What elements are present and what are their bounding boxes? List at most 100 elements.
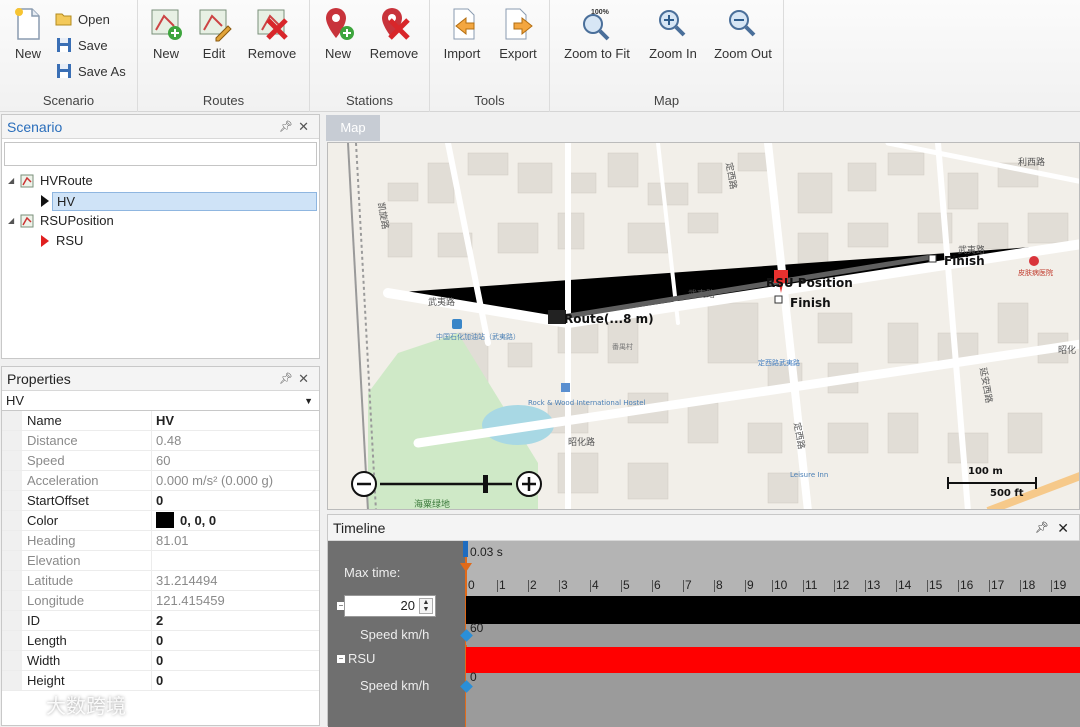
playhead-handle[interactable] <box>463 541 468 557</box>
collapse-icon[interactable]: − <box>337 655 345 663</box>
prop-value: 0.48 <box>156 433 182 448</box>
tab-map[interactable]: Map <box>326 115 380 141</box>
zoom-to-fit-button[interactable]: 100% Zoom to Fit <box>560 6 634 61</box>
scenario-new-button[interactable]: New <box>0 6 56 61</box>
scenario-panel: Scenario 📌︎ ✕ ◢ HVRoute HV ◢ RSUPosition <box>1 114 320 359</box>
prop-value[interactable]: 0 <box>152 651 319 670</box>
close-icon[interactable]: ✕ <box>1057 515 1069 541</box>
prop-row-width[interactable]: Width 0 <box>2 651 319 671</box>
prop-row-startoffset[interactable]: StartOffset 0 <box>2 491 319 511</box>
object-selector[interactable]: HV ▼ <box>2 391 319 411</box>
map-view[interactable]: 武夷路 武夷路 武夷路 昭化路 利西路 昭化 凯旋路 定西路 定西路 延安西路 … <box>327 142 1080 510</box>
property-grid: Name HV Distance 0.48 Speed 60 Acceleration… <box>2 411 319 691</box>
spin-arrows-icon[interactable]: ▲ ▼ <box>419 598 433 614</box>
tick-label: 17 <box>988 578 1005 592</box>
track-sub-label: Speed km/h <box>360 627 430 642</box>
tick-label: 16 <box>957 578 974 592</box>
collapse-icon[interactable]: ◢ <box>8 171 18 191</box>
zoom-in-button[interactable]: Zoom In <box>644 6 702 61</box>
timeline-ruler[interactable]: 0.03 s 0 1 2 3 4 5 6 7 8 9 10 11 12 13 1… <box>466 541 1080 596</box>
station-remove-button[interactable]: Remove <box>366 6 422 61</box>
tick-label: 3 <box>559 578 568 592</box>
prop-row-longitude[interactable]: Longitude 121.415459 <box>2 591 319 611</box>
scenario-new-label: New <box>14 46 41 61</box>
prop-row-speed[interactable]: Speed 60 <box>2 451 319 471</box>
save-as-button[interactable]: Save As <box>55 60 126 82</box>
scenario-panel-title: Scenario 📌︎ ✕ <box>2 115 319 139</box>
prop-name: ID <box>22 611 152 630</box>
prop-row-latitude[interactable]: Latitude 31.214494 <box>2 571 319 591</box>
track-hv-bar[interactable] <box>466 596 1080 624</box>
route-remove-button[interactable]: Remove <box>244 6 300 61</box>
close-icon[interactable]: ✕ <box>298 115 309 139</box>
tick-label: 5 <box>621 578 630 592</box>
track-rsu-bar[interactable] <box>466 647 1080 673</box>
route-icon <box>20 174 34 188</box>
track-rsu-speed[interactable]: 0 <box>466 670 1080 727</box>
street-label: 昭化 <box>1058 344 1076 356</box>
station-new-button[interactable]: New <box>310 6 366 61</box>
prop-row-elevation[interactable]: Elevation <box>2 551 319 571</box>
pin-icon[interactable]: 📌︎ <box>279 115 293 139</box>
tick-label: 6 <box>652 578 661 592</box>
import-button[interactable]: Import <box>434 6 490 61</box>
zoom-out-icon <box>729 10 756 37</box>
open-button[interactable]: Open <box>55 8 110 30</box>
folder-open-icon <box>55 13 72 26</box>
prop-value[interactable]: 0 <box>152 671 319 690</box>
poi-label: Leisure Inn <box>790 471 828 479</box>
close-icon[interactable]: ✕ <box>298 367 309 391</box>
export-button[interactable]: Export <box>490 6 546 61</box>
route-edit-button[interactable]: Edit <box>186 6 242 61</box>
tree-node-rsuposition[interactable]: ◢ RSUPosition <box>2 211 319 231</box>
station-flag-icon <box>41 235 49 247</box>
prop-row-heading[interactable]: Heading 81.01 <box>2 531 319 551</box>
tree-node-rsu[interactable]: RSU <box>2 231 319 251</box>
station-remove-icon <box>382 8 410 40</box>
properties-title-text: Properties <box>7 371 71 387</box>
color-swatch[interactable] <box>156 512 174 528</box>
rsu-finish-marker[interactable] <box>774 295 783 304</box>
max-time-stepper[interactable]: 20 ▲ ▼ <box>344 595 436 617</box>
save-button[interactable]: Save <box>55 34 108 56</box>
dropdown-arrow-icon[interactable]: ▼ <box>304 391 313 411</box>
prop-name: Height <box>22 671 152 690</box>
prop-value[interactable]: 0 <box>152 491 319 510</box>
max-time-label: Max time: <box>344 565 401 580</box>
prop-value[interactable]: 0, 0, 0 <box>152 511 319 530</box>
route-label: Route(...8 m) <box>564 312 654 326</box>
prop-value[interactable]: HV <box>152 411 319 430</box>
scenario-group-label: Scenario <box>42 93 95 108</box>
timeline-track-headers: Max time: − 20 ▲ ▼ Speed km/h − RSU Speed… <box>328 541 466 727</box>
prop-value[interactable]: 0 <box>152 631 319 650</box>
pin-icon[interactable]: 📌︎ <box>279 367 293 391</box>
route-finish-marker[interactable] <box>928 254 937 263</box>
tick-label: 10 <box>771 578 788 592</box>
prop-row-length[interactable]: Length 0 <box>2 631 319 651</box>
scenario-filter-input[interactable] <box>4 142 317 166</box>
zoom-out-button[interactable]: Zoom Out <box>710 6 776 61</box>
prop-value: 121.415459 <box>156 593 225 608</box>
prop-row-height[interactable]: Height 0 <box>2 671 319 691</box>
map-canvas[interactable]: 武夷路 武夷路 武夷路 昭化路 利西路 昭化 凯旋路 定西路 定西路 延安西路 … <box>328 143 1080 510</box>
prop-row-distance[interactable]: Distance 0.48 <box>2 431 319 451</box>
prop-row-id[interactable]: ID 2 <box>2 611 319 631</box>
playhead-arrow-icon[interactable] <box>460 563 472 572</box>
track-hv-speed[interactable]: 60 <box>466 621 1080 645</box>
pin-icon[interactable]: 📌︎ <box>1035 515 1049 541</box>
prop-row-name[interactable]: Name HV <box>2 411 319 431</box>
tree-node-hv[interactable]: HV <box>2 191 319 211</box>
tree-label: RSU <box>56 233 84 248</box>
tick-label: 8 <box>714 578 723 592</box>
prop-row-acceleration[interactable]: Acceleration 0.000 m/s² (0.000 g) <box>2 471 319 491</box>
station-add-icon <box>326 8 354 40</box>
tick-label: 19 <box>1050 578 1067 592</box>
prop-value[interactable]: 2 <box>152 611 319 630</box>
zoom-slider-thumb[interactable] <box>483 475 488 493</box>
tick-label: 2 <box>528 578 537 592</box>
prop-row-color[interactable]: Color 0, 0, 0 <box>2 511 319 531</box>
collapse-icon[interactable]: ◢ <box>8 211 18 231</box>
tree-node-hvroute[interactable]: ◢ HVRoute <box>2 171 319 191</box>
prop-name: Elevation <box>22 551 152 570</box>
scale-label-ft: 500 ft <box>990 488 1024 499</box>
